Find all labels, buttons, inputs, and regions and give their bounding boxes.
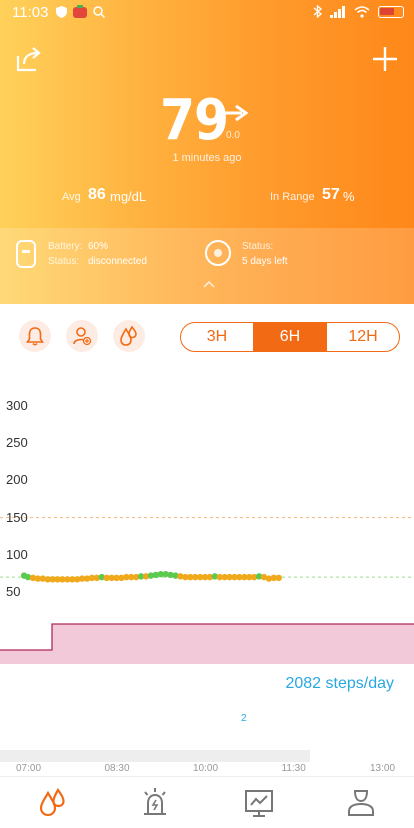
drops-icon [120,325,137,346]
steps-summary: 2082 steps/day [285,675,394,692]
bottom-tab-bar [0,776,414,828]
y-tick-label: 250 [6,435,28,451]
tab-alerts[interactable] [137,785,173,821]
y-tick-label: 100 [6,546,28,562]
siren-icon [144,788,166,815]
x-tick-label: 13:00 [370,763,396,774]
add-icon[interactable] [370,44,400,74]
tab-reports[interactable] [241,785,277,821]
signal-icon [330,5,345,18]
avg-label: Avg [62,191,81,203]
steps-count: 2 [241,713,247,724]
glucose-delta: 0.0 [226,130,240,141]
y-tick-label: 200 [6,472,28,488]
insulin-band [0,624,414,664]
shield-icon [56,5,67,18]
status-time: 11:03 [12,4,49,21]
drops-icon [39,787,65,817]
y-tick-label: 50 [6,584,21,599]
status-bar: 11:03 [0,0,414,26]
in-range-value: 57 [322,186,340,203]
glucose-header: 11:03 79 0.0 1 minutes ago Avg 86 mg/dL … [0,0,414,304]
profile-icon [348,790,374,816]
battery-label: Battery: [48,241,83,252]
time-range-selector: 3H 6H 12H [180,322,400,352]
share-icon[interactable] [14,44,44,74]
transmitter-status-label: Status: [48,256,80,267]
tomato-app-icon [73,5,87,18]
y-tick-label: 300 [6,398,28,413]
tab-profile[interactable] [343,785,379,821]
timeline-scroll-bar[interactable] [0,750,310,762]
user-add-icon [73,327,92,346]
transmitter-icon [16,240,36,268]
bell-icon [26,327,44,346]
alarm-button[interactable] [19,320,51,352]
trend-chart-icon [245,790,273,817]
range-12h-tab[interactable]: 12H [327,323,399,351]
add-follower-button[interactable] [66,320,98,352]
transmitter-status-value: disconnected [88,256,147,267]
glucose-chart-svg [0,517,414,664]
range-3h-tab[interactable]: 3H [181,323,254,351]
in-range-label: In Range [270,191,315,203]
glucose-point [275,574,282,582]
trend-arrow-right-icon [220,104,248,122]
last-update-time: 1 minutes ago [172,152,242,164]
sensor-status-value: 5 days left [242,256,288,267]
x-tick-label: 07:00 [16,763,42,774]
glucose-value: 79 [160,88,229,153]
app-screen: 11:03 79 0.0 1 minutes ago Avg 86 mg/dL … [0,0,414,828]
calibrate-button[interactable] [113,320,145,352]
bluetooth-icon [313,5,322,18]
glucose-chart[interactable]: 300 250 200 150 100 50 [0,380,414,680]
sensor-icon [205,240,231,266]
tab-glucose[interactable] [35,785,71,821]
battery-icon [378,5,404,18]
sensor-status-label: Status: [242,241,274,252]
range-6h-tab[interactable]: 6H [254,323,327,351]
search-icon [93,5,105,18]
avg-value: 86 [88,186,106,203]
avg-unit: mg/dL [110,189,147,204]
y-tick-label: 150 [6,509,28,525]
x-tick-label: 08:30 [104,763,130,774]
x-tick-label: 11:30 [281,763,306,774]
wifi-icon [354,5,370,18]
battery-value: 60% [88,241,109,252]
chevron-up-icon[interactable] [203,280,215,288]
x-tick-label: 10:00 [193,763,219,774]
in-range-unit: % [343,189,355,204]
